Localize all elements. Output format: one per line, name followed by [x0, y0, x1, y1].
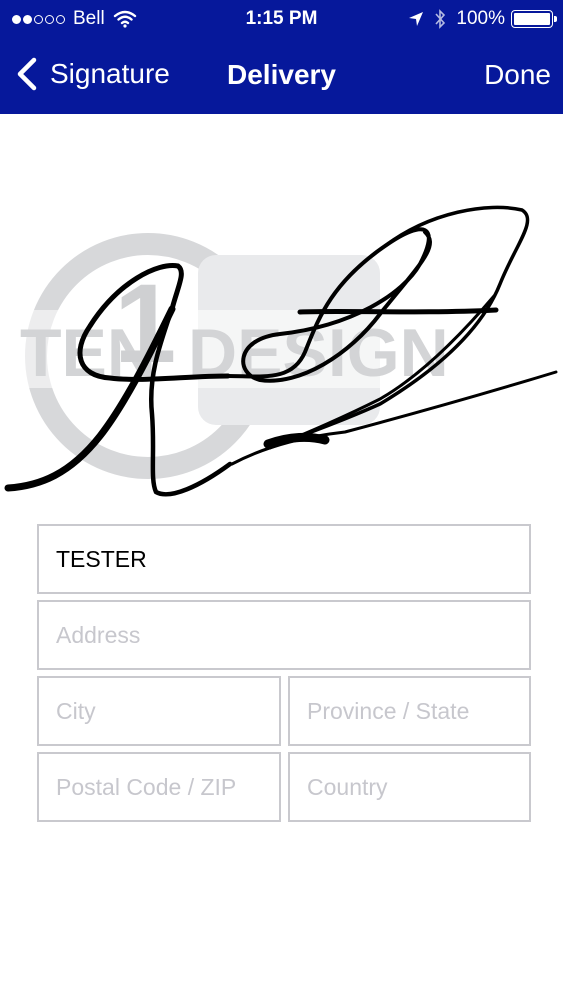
header: Bell 1:15 PM 100% Signature Delivery Don…	[0, 0, 563, 114]
postal-code-field	[37, 752, 281, 822]
company-watermark: TEN DESIGN 1	[20, 233, 449, 479]
back-button[interactable]: Signature	[12, 56, 170, 92]
name-input[interactable]	[39, 526, 529, 592]
address-field	[37, 600, 531, 670]
address-input[interactable]	[39, 602, 529, 668]
app-screen: Bell 1:15 PM 100% Signature Delivery Don…	[0, 0, 563, 1000]
battery-percent: 100%	[456, 8, 505, 29]
back-button-label: Signature	[50, 58, 170, 89]
name-field	[37, 524, 531, 594]
battery-icon	[511, 10, 557, 28]
city-field	[37, 676, 281, 746]
navigation-bar: Signature Delivery Done	[0, 44, 563, 108]
country-input[interactable]	[290, 754, 529, 820]
province-state-input[interactable]	[290, 678, 529, 744]
status-right: 100%	[408, 8, 557, 30]
bluetooth-icon	[435, 9, 446, 29]
done-button[interactable]: Done	[484, 59, 551, 91]
city-input[interactable]	[39, 678, 279, 744]
signature-pad[interactable]: TEN DESIGN 1	[0, 114, 563, 514]
postal-code-input[interactable]	[39, 754, 279, 820]
location-arrow-icon	[409, 12, 424, 26]
status-bar: Bell 1:15 PM 100%	[0, 0, 563, 38]
province-state-field	[288, 676, 531, 746]
country-field	[288, 752, 531, 822]
chevron-left-icon	[17, 57, 37, 91]
